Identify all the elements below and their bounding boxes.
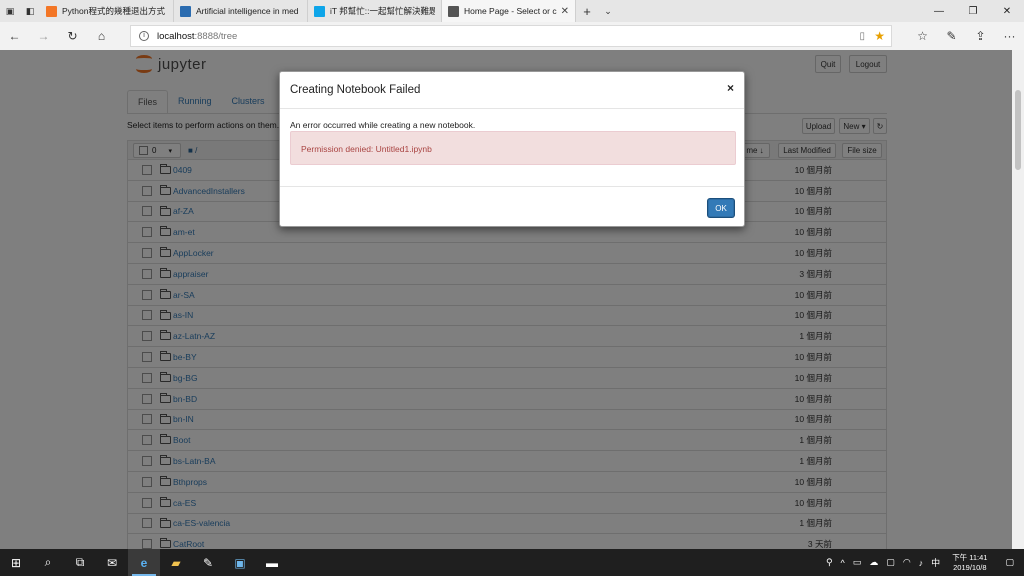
close-tab-icon[interactable]: ✕ xyxy=(561,6,569,17)
scrollbar-thumb[interactable] xyxy=(1015,90,1021,170)
windows-taskbar: ⊞ ⌕ ⧉ ✉ e ▰ ✎ ▣ ▬ ⚲ ^ ▭ ☁ ▢ ◠ ♪ 中 下午 11:… xyxy=(0,549,1024,576)
dialog-message: An error occurred while creating a new n… xyxy=(290,120,476,130)
forward-icon[interactable]: → xyxy=(29,29,58,43)
clock-time: 下午 11:41 xyxy=(952,552,988,562)
terminal-icon[interactable]: ▬ xyxy=(256,549,288,576)
ok-button[interactable]: OK xyxy=(708,199,734,217)
url-host: localhost xyxy=(157,30,195,42)
address-bar[interactable]: i localhost:8888/tree ▯ ★ xyxy=(130,25,892,47)
browser-tab[interactable]: Python程式的幾種退出方式 xyxy=(40,0,174,22)
web-note-icon[interactable]: ✎ xyxy=(937,29,966,43)
clock-date: 2019/10/8 xyxy=(953,562,987,572)
battery-icon[interactable]: ▭ xyxy=(849,557,866,568)
site-info-icon[interactable]: i xyxy=(139,31,149,41)
error-alert: Permission denied: Untitled1.ipynb xyxy=(290,131,736,165)
dialog-header: Creating Notebook Failed × xyxy=(280,72,744,109)
tab-favicon-jupyter xyxy=(46,5,57,17)
close-window-icon[interactable]: ✕ xyxy=(990,0,1024,22)
device-icon[interactable]: ▢ xyxy=(882,557,899,568)
more-options-icon[interactable]: ··· xyxy=(995,29,1024,43)
browser-tab[interactable]: Home Page - Select or c ✕ xyxy=(442,0,576,22)
volume-icon[interactable]: ♪ xyxy=(915,558,928,568)
tab-preview-toggle-icon[interactable]: ⌄ xyxy=(598,0,618,22)
mail-icon[interactable]: ✉ xyxy=(96,549,128,576)
tab-favicon-article xyxy=(180,5,191,17)
task-view-icon[interactable]: ⧉ xyxy=(64,549,96,576)
clock[interactable]: 下午 11:41 2019/10/8 xyxy=(944,553,995,573)
refresh-icon[interactable]: ↻ xyxy=(58,29,87,43)
url-path: :8888/tree xyxy=(194,30,238,42)
start-icon[interactable]: ⊞ xyxy=(0,549,32,576)
page-scrollbar[interactable] xyxy=(1012,50,1024,549)
browser-tab-title: Artificial intelligence in med xyxy=(196,6,299,16)
ime-indicator[interactable]: 中 xyxy=(927,556,944,569)
favorites-hub-icon[interactable]: ☆ xyxy=(908,29,937,43)
close-icon[interactable]: × xyxy=(727,81,734,95)
browser-tab-title: Python程式的幾種退出方式 xyxy=(62,6,165,16)
home-icon[interactable]: ⌂ xyxy=(87,29,116,43)
tabs-aside-icon[interactable]: ◧ xyxy=(20,0,40,22)
file-explorer-icon[interactable]: ▰ xyxy=(160,549,192,576)
tab-favicon-page xyxy=(448,5,459,17)
search-icon[interactable]: ⌕ xyxy=(32,549,64,576)
favorite-star-icon[interactable]: ★ xyxy=(874,29,885,43)
browser-tab[interactable]: iT 邦幫忙::一起幫忙解決難題 xyxy=(308,0,442,22)
dialog-title: Creating Notebook Failed xyxy=(290,84,421,96)
back-icon[interactable]: ← xyxy=(0,29,29,43)
notepad-icon[interactable]: ✎ xyxy=(192,549,224,576)
browser-tab-strip: ▣ ◧ Python程式的幾種退出方式 Artificial intelligen… xyxy=(0,0,1024,22)
tab-favicon-ithome xyxy=(314,5,325,17)
share-icon[interactable]: ⇪ xyxy=(966,29,995,43)
browser-tab[interactable]: Artificial intelligence in med xyxy=(174,0,308,22)
dialog-footer: OK xyxy=(280,186,744,226)
new-tab-button[interactable]: + xyxy=(576,0,598,22)
error-dialog: Creating Notebook Failed × An error occu… xyxy=(279,71,745,227)
minimize-icon[interactable]: — xyxy=(922,0,956,22)
wifi-icon[interactable]: ◠ xyxy=(899,557,915,568)
action-center-icon[interactable]: ▢ xyxy=(995,557,1024,568)
restore-icon[interactable]: ❐ xyxy=(956,0,990,22)
edge-browser-icon[interactable]: e xyxy=(128,549,160,576)
system-tray: ⚲ ^ ▭ ☁ ▢ ◠ ♪ 中 下午 11:41 2019/10/8 ▢ xyxy=(822,549,1024,576)
browser-tab-title: iT 邦幫忙::一起幫忙解決難題 xyxy=(330,6,435,16)
onedrive-icon[interactable]: ☁ xyxy=(865,557,882,568)
browser-tab-title: Home Page - Select or c xyxy=(464,6,557,16)
people-icon[interactable]: ⚲ xyxy=(822,557,837,568)
tab-actions-icon[interactable]: ▣ xyxy=(0,0,20,22)
reading-view-icon[interactable]: ▯ xyxy=(859,31,865,42)
browser-navigation-bar: ← → ↻ ⌂ i localhost:8888/tree ▯ ★ ☆ ✎ ⇪ … xyxy=(0,22,1024,50)
remote-desktop-icon[interactable]: ▣ xyxy=(224,549,256,576)
show-hidden-icons-icon[interactable]: ^ xyxy=(837,558,849,568)
